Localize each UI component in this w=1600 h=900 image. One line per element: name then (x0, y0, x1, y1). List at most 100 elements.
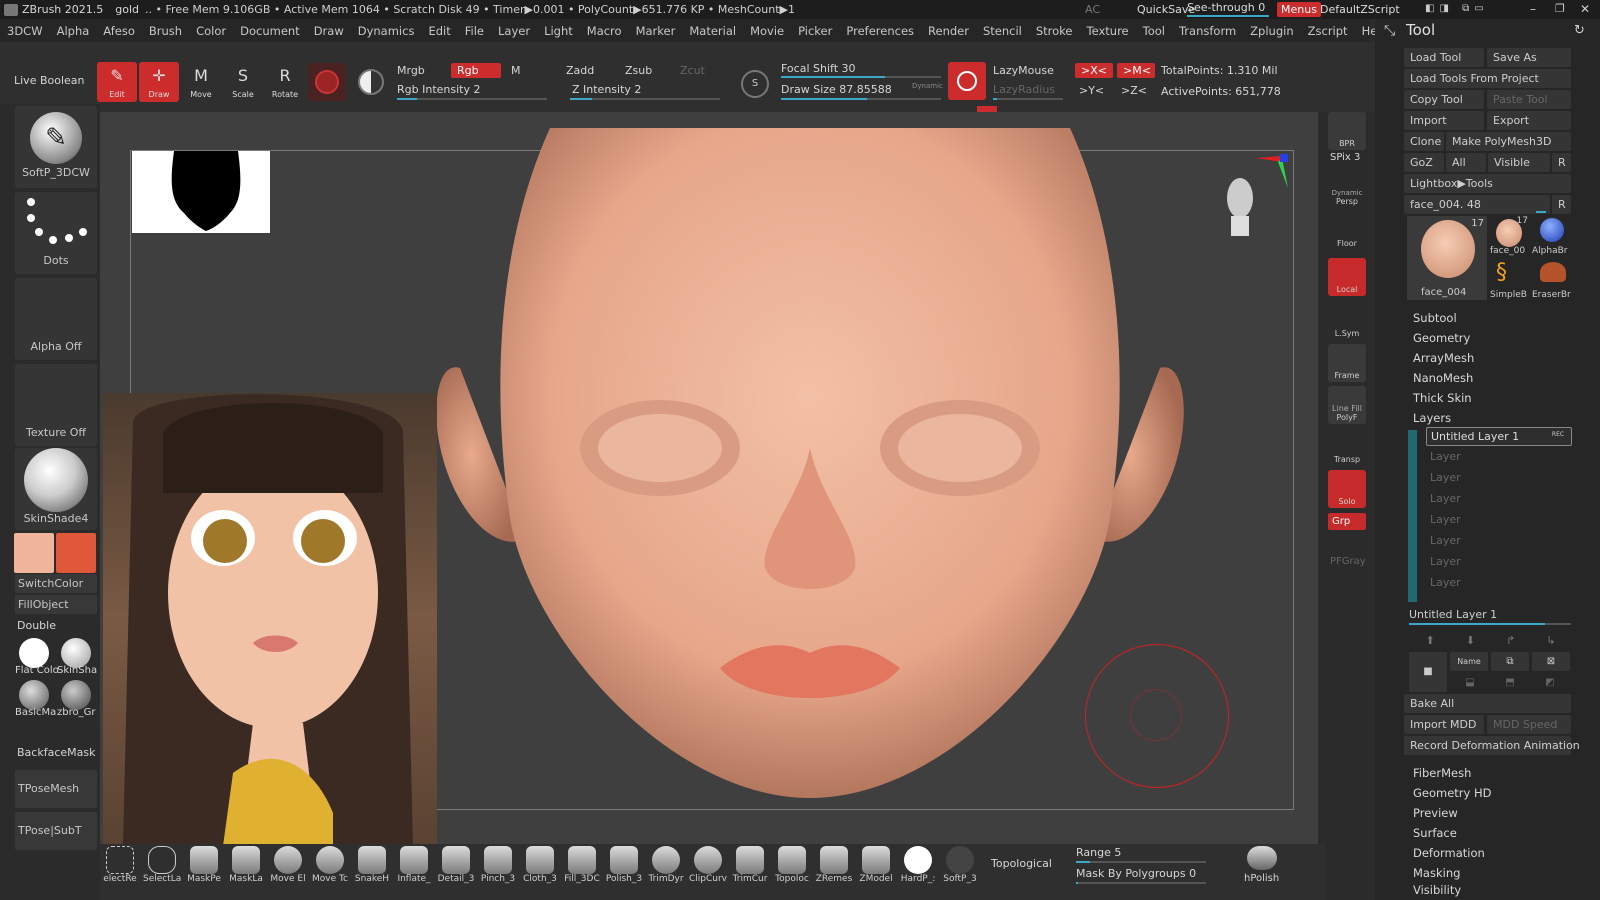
layer-merge-icon[interactable]: ↳ (1546, 634, 1555, 647)
layer-split-icon[interactable]: ↱ (1506, 634, 1515, 647)
switch-color-button[interactable]: SwitchColor (15, 574, 97, 593)
lazyradius-slider[interactable] (993, 98, 1063, 100)
dynamic-toggle[interactable]: Dynamic (912, 82, 943, 90)
load-tools-from-project-button[interactable]: Load Tools From Project (1404, 69, 1571, 88)
color-sphere-button[interactable] (308, 63, 346, 101)
layer-fill-icon[interactable]: ◩ (1545, 677, 1554, 688)
brush-slot-19[interactable]: ZModel (857, 846, 895, 886)
material-sphere-icon[interactable] (358, 69, 384, 95)
texture-selector[interactable]: Texture Off (15, 364, 97, 446)
grp-button[interactable]: Grp (1328, 513, 1366, 530)
layer-slot-7[interactable]: Layer (1426, 573, 1561, 592)
layer-bake-icon[interactable]: ⬓ (1465, 677, 1474, 688)
paste-tool-button[interactable]: Paste Tool (1487, 90, 1571, 109)
menu-draw[interactable]: Draw (307, 24, 351, 38)
brush-slot-10[interactable]: Pinch_3 (479, 846, 517, 886)
goz-r-button[interactable]: R (1552, 153, 1571, 172)
menu-zscript[interactable]: Zscript (1301, 24, 1355, 38)
mask-by-polygroups-slider[interactable] (1076, 882, 1206, 884)
brush-slot-12[interactable]: Fill_3DC (563, 846, 601, 886)
layer-arrows[interactable]: ⬆ ⬇ ↱ ↳ (1410, 630, 1571, 650)
visibility-section[interactable]: Visibility (1413, 881, 1461, 900)
record-deformation-animation-button[interactable]: Record Deformation Animation (1404, 736, 1580, 755)
maximize-icon[interactable]: ❐ (1555, 2, 1565, 15)
persp-button[interactable]: Dynamic Persp (1328, 170, 1366, 208)
hpolish-icon[interactable] (1247, 846, 1277, 870)
import-mdd-button[interactable]: Import MDD (1404, 715, 1484, 734)
menu-tool[interactable]: Tool (1136, 24, 1172, 38)
clone-button[interactable]: Clone (1404, 132, 1444, 151)
preview-section[interactable]: Preview (1413, 804, 1458, 823)
tool-title[interactable]: Tool (1406, 21, 1435, 39)
brush-slot-2[interactable]: SelectLa (143, 846, 181, 886)
layer-down-icon[interactable]: ⬇ (1466, 634, 1475, 647)
x-symmetry-button[interactable]: >X< (1075, 63, 1113, 78)
scale-button[interactable]: S Scale (223, 62, 263, 102)
layer-up-icon[interactable]: ⬆ (1426, 634, 1435, 647)
load-tool-button[interactable]: Load Tool (1404, 48, 1484, 67)
draw-button[interactable]: ✛ Draw (139, 62, 179, 102)
menus-toggle[interactable]: Menus (1277, 2, 1321, 17)
layer-slot-6[interactable]: Layer (1426, 552, 1561, 571)
minimize-icon[interactable]: – (1530, 2, 1536, 16)
brush-slot-6[interactable]: Move Tc (311, 846, 349, 886)
bake-all-button[interactable]: Bake All (1404, 694, 1571, 713)
backface-mask-toggle[interactable]: BackfaceMask (17, 746, 95, 759)
menu-movie[interactable]: Movie (743, 24, 791, 38)
menu-material[interactable]: Material (682, 24, 743, 38)
fibermesh-section[interactable]: FiberMesh (1413, 764, 1471, 783)
menu-preferences[interactable]: Preferences (839, 24, 921, 38)
menu-edit[interactable]: Edit (421, 24, 457, 38)
live-boolean-toggle[interactable]: Live Boolean (14, 74, 85, 87)
tool-thumb-simplebrush[interactable]: § SimpleB (1490, 258, 1530, 300)
z-intensity-slider[interactable] (570, 98, 720, 100)
layer-slot-4[interactable]: Layer (1426, 510, 1561, 529)
brush-slot-18[interactable]: ZRemes (815, 846, 853, 886)
rgb-intensity-slider[interactable] (397, 98, 547, 100)
flat-color-material-icon[interactable] (19, 638, 49, 668)
brush-slot-8[interactable]: Inflate_ (395, 846, 433, 886)
3d-head-model[interactable] (430, 118, 1190, 818)
duplicate-layer-icon[interactable]: ⧉ (1491, 652, 1529, 671)
brush-slot-3[interactable]: MaskPe (185, 846, 223, 886)
zcut-button[interactable]: Zcut (680, 64, 705, 77)
brush-slot-14[interactable]: TrimDyr (647, 846, 685, 886)
focal-shift-slider[interactable] (781, 76, 941, 78)
tool-refresh-icon[interactable]: ↻ (1574, 23, 1585, 38)
deformation-section[interactable]: Deformation (1413, 844, 1485, 863)
menu-light[interactable]: Light (537, 24, 580, 38)
topological-toggle[interactable]: Topological (991, 857, 1052, 870)
zsub-button[interactable]: Zsub (625, 64, 652, 77)
lsym-button[interactable]: L.Sym (1328, 302, 1366, 340)
alpha-selector[interactable]: Alpha Off (15, 278, 97, 360)
y-symmetry-button[interactable]: >Y< (1079, 84, 1104, 97)
brush-slot-1[interactable]: electRe (101, 846, 139, 886)
layer-name-button[interactable]: Name (1450, 652, 1488, 671)
surface-section[interactable]: Surface (1413, 824, 1457, 843)
menu-afeso[interactable]: Afeso (96, 24, 142, 38)
mrgb-button[interactable]: Mrgb (397, 64, 425, 77)
make-polymesh3d-button[interactable]: Make PolyMesh3D (1446, 132, 1571, 151)
draw-size-slider[interactable] (781, 98, 941, 100)
bpr-button[interactable]: BPR (1328, 112, 1366, 150)
menu-dynamics[interactable]: Dynamics (351, 24, 422, 38)
m-symmetry-button[interactable]: >M< (1117, 63, 1155, 78)
tool-thumb-face[interactable]: 17 face_00 (1490, 216, 1530, 256)
subtool-section[interactable]: Subtool (1413, 309, 1457, 328)
import-button[interactable]: Import (1404, 111, 1484, 130)
zadd-button[interactable]: Zadd (566, 64, 594, 77)
goz-button[interactable]: GoZ (1404, 153, 1444, 172)
menu-texture[interactable]: Texture (1080, 24, 1136, 38)
default-zscript[interactable]: DefaultZScript (1320, 3, 1400, 16)
pfgray-button[interactable]: PFGray (1330, 556, 1366, 567)
menu-marker[interactable]: Marker (629, 24, 683, 38)
spix-label[interactable]: SPix 3 (1330, 152, 1360, 163)
new-layer-button[interactable]: ■ (1409, 652, 1447, 692)
double-toggle[interactable]: Double (17, 619, 56, 632)
tool-thumb-main[interactable]: 17 face_004 (1407, 216, 1487, 300)
main-color-swatch[interactable] (14, 533, 54, 573)
range-slider[interactable] (1076, 861, 1206, 863)
menu-3dcw[interactable]: 3DCW (0, 24, 50, 38)
goz-all-button[interactable]: All (1446, 153, 1486, 172)
basic-material-icon[interactable] (19, 680, 49, 710)
